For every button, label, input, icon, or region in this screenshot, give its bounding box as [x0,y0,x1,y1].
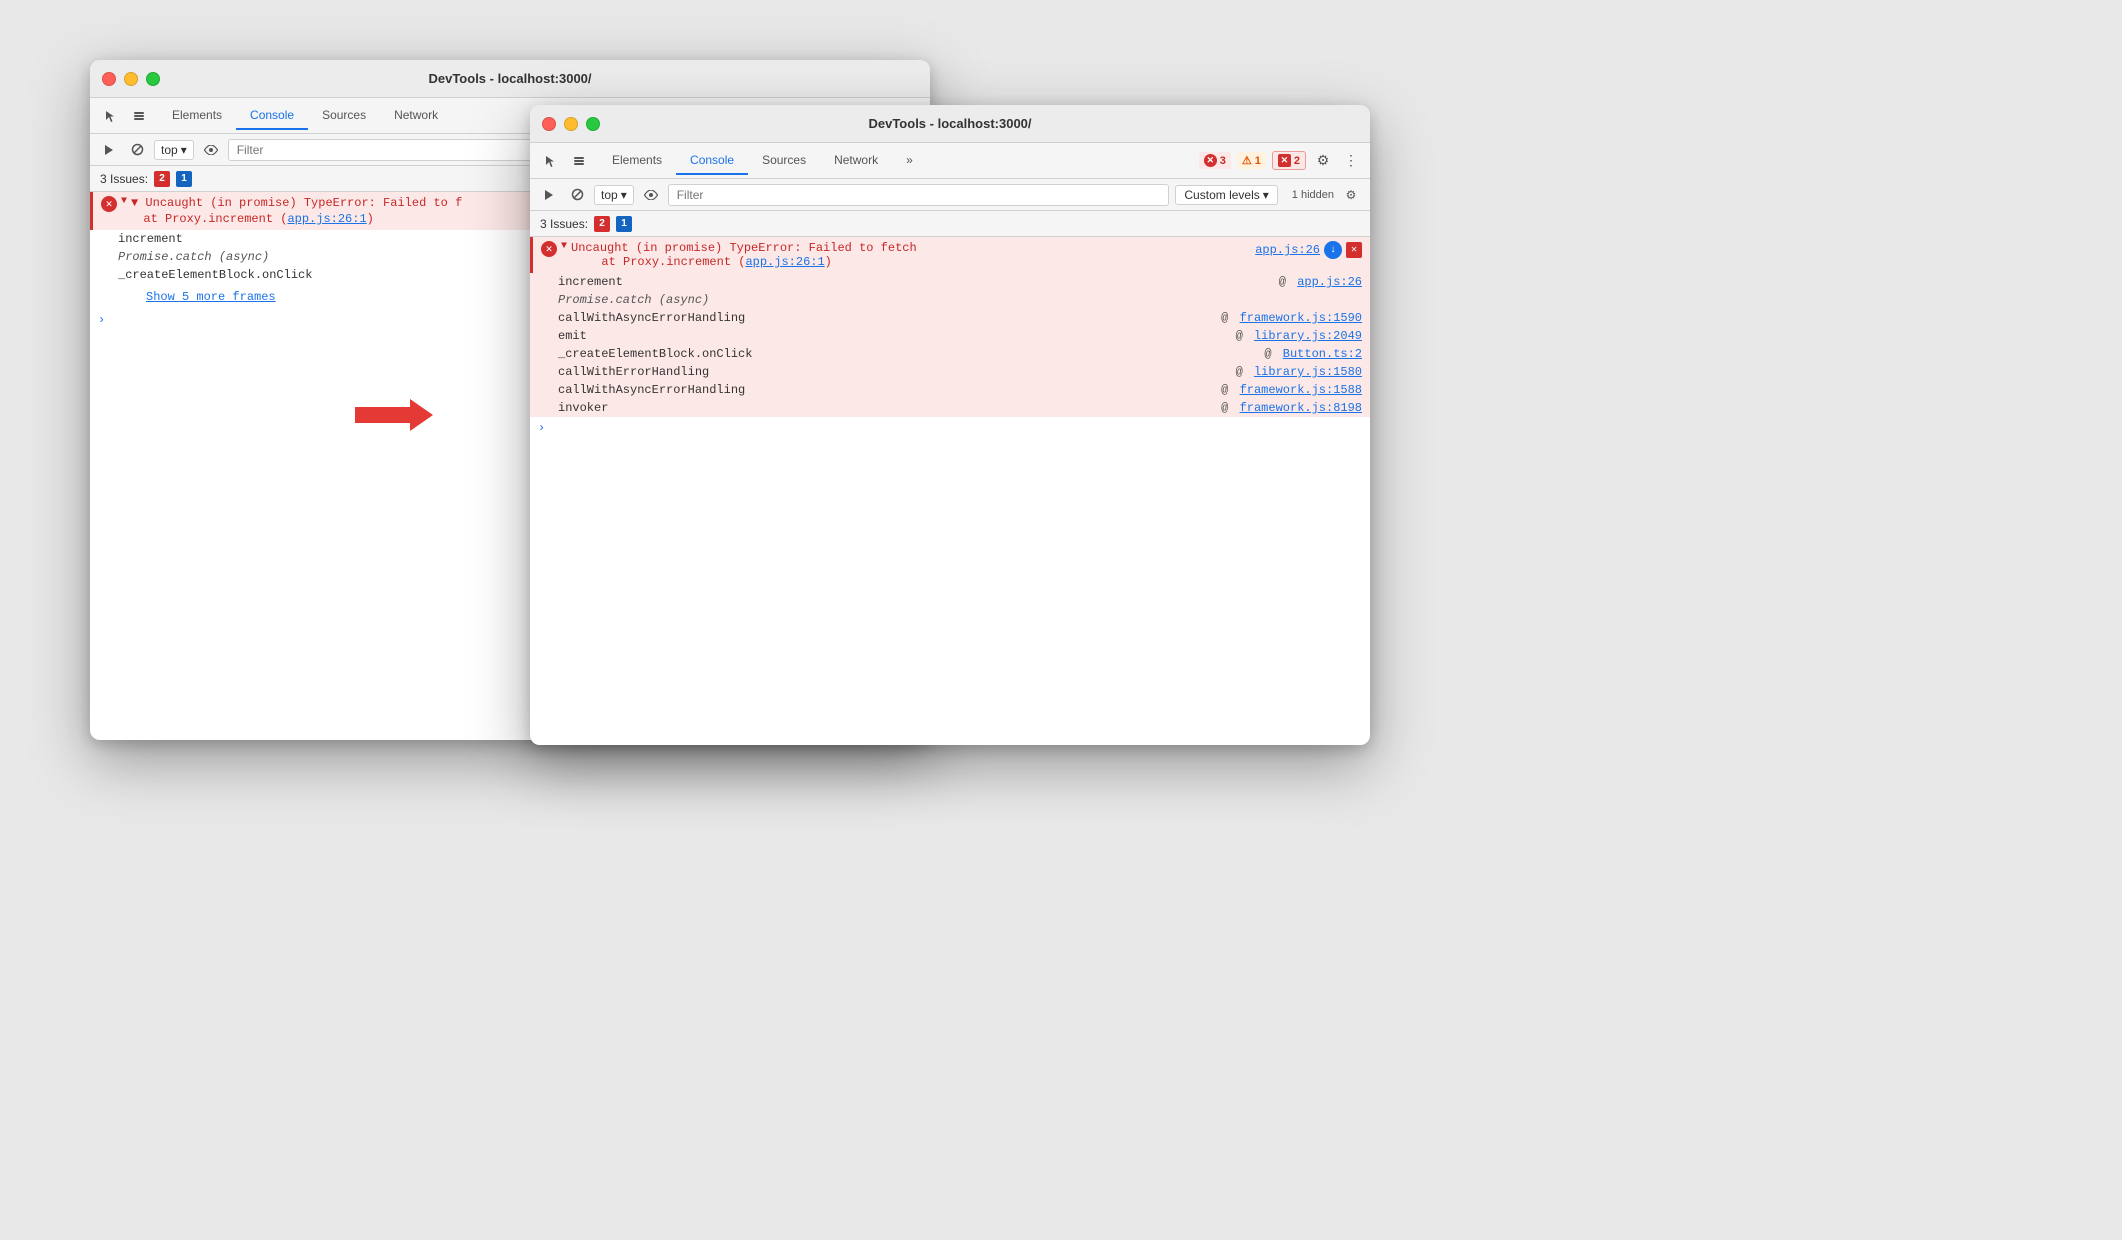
console-toolbar-2: top ▾ Custom levels ▾ 1 hidden ⚙ [530,179,1370,211]
context-dropdown-1[interactable]: top ▾ [154,140,194,160]
error-badge-1: 2 [154,171,170,187]
tab-network-2[interactable]: Network [820,147,892,175]
custom-levels-dropdown-2[interactable]: Custom levels ▾ [1175,185,1277,205]
error-count-badge-2: ✕ 3 [1199,152,1231,169]
console-content-2: ✕ ▼ Uncaught (in promise) TypeError: Fai… [530,237,1370,745]
layers-icon[interactable] [126,103,152,129]
eye-button-2[interactable] [640,184,662,206]
block-button-2[interactable] [566,184,588,206]
stack-link-framework-8198[interactable]: framework.js:8198 [1240,401,1362,415]
error-collapse-2[interactable]: ▼ [561,241,567,252]
stack-row-increment-2: increment @ app.js:26 [530,273,1370,291]
error-location-2: at Proxy.increment (app.js:26:1) [571,255,832,269]
tab-network-1[interactable]: Network [380,102,452,130]
eye-button-1[interactable] [200,139,222,161]
cursor-icon-2[interactable] [538,148,564,174]
settings-icon-2[interactable]: ⚙ [1312,150,1334,172]
close-button-2[interactable] [542,117,556,131]
error-header-2: ✕ ▼ Uncaught (in promise) TypeError: Fai… [541,241,1362,269]
stack-link-increment-2[interactable]: app.js:26 [1297,275,1362,289]
tab-console-1[interactable]: Console [236,102,308,130]
red-arrow [355,395,435,440]
issues-label-1: 3 Issues: [100,172,148,186]
settings-console-icon-2[interactable]: ⚙ [1340,184,1362,206]
chevron-icon-1: ▾ [181,143,187,157]
window-title-1: DevTools - localhost:3000/ [428,71,591,86]
chevron-icon-2: ▾ [621,188,627,202]
error-icon-2: ✕ [541,241,557,257]
warning-count-badge-2: ⚠ 1 [1237,152,1266,169]
error-message-2: Uncaught (in promise) TypeError: Failed … [571,241,917,255]
console-prompt-2[interactable]: › [530,417,1370,439]
stack-link-framework-1590[interactable]: framework.js:1590 [1240,311,1362,325]
stack-link-button-ts[interactable]: Button.ts:2 [1283,347,1362,361]
layers-icon-2[interactable] [566,148,592,174]
stack-row-callwith-async-1: callWithAsyncErrorHandling @ framework.j… [530,309,1370,327]
context-dropdown-2[interactable]: top ▾ [594,185,634,205]
stack-row-emit: emit @ library.js:2049 [530,327,1370,345]
info-badge-1: 1 [176,171,192,187]
tab-sources-1[interactable]: Sources [308,102,380,130]
tab-elements-1[interactable]: Elements [158,102,236,130]
issues-bar-2: 3 Issues: 2 1 [530,211,1370,237]
show-more-link-1[interactable]: Show 5 more frames [118,288,284,306]
filtered-badge-2: ✕ 2 [1272,151,1306,170]
stack-link-framework-1588[interactable]: framework.js:1588 [1240,383,1362,397]
stack-link-library-1580[interactable]: library.js:1580 [1254,365,1362,379]
error-loc-link-2[interactable]: app.js:26:1 [745,255,824,269]
play-button-1[interactable] [98,139,120,161]
info-badge-2: 1 [616,216,632,232]
stack-link-library-2049[interactable]: library.js:2049 [1254,329,1362,343]
play-button-2[interactable] [538,184,560,206]
more-icon-2[interactable]: ⋮ [1340,150,1362,172]
stack-row-onclick-2: _createElementBlock.onClick @ Button.ts:… [530,345,1370,363]
context-label-1: top [161,143,178,157]
file-link-2[interactable]: app.js:26 [1255,243,1320,257]
close-button-1[interactable] [102,72,116,86]
download-icon-2[interactable]: ↓ [1324,241,1342,259]
hidden-label-2: 1 hidden [1292,189,1334,201]
title-bar-2: DevTools - localhost:3000/ [530,105,1370,143]
issues-label-2: 3 Issues: [540,217,588,231]
block-button-1[interactable] [126,139,148,161]
cursor-icon[interactable] [98,103,124,129]
dismiss-icon-2[interactable]: ✕ [1346,242,1362,258]
toolbar-right-2: ✕ 3 ⚠ 1 ✕ 2 ⚙ ⋮ [1199,150,1362,172]
window-title-2: DevTools - localhost:3000/ [868,116,1031,131]
maximize-button-1[interactable] [146,72,160,86]
error-row-2: ✕ ▼ Uncaught (in promise) TypeError: Fai… [530,237,1370,273]
traffic-lights-1 [102,72,160,86]
tab-toolbar-2: Elements Console Sources Network » ✕ 3 ⚠… [530,143,1370,179]
filter-input-2[interactable] [668,184,1170,206]
tab-list-2: Elements Console Sources Network » [598,147,927,175]
tab-sources-2[interactable]: Sources [748,147,820,175]
stack-row-invoker: invoker @ framework.js:8198 [530,399,1370,417]
minimize-button-1[interactable] [124,72,138,86]
tab-elements-2[interactable]: Elements [598,147,676,175]
error-badge-2: 2 [594,216,610,232]
minimize-button-2[interactable] [564,117,578,131]
context-label-2: top [601,188,618,202]
action-icons-2: app.js:26 ↓ ✕ [1255,241,1362,259]
tab-list-1: Elements Console Sources Network [158,102,452,130]
stack-row-promise-2: Promise.catch (async) [530,291,1370,309]
error-message-1: ▼ Uncaught (in promise) TypeError: Faile… [131,196,462,210]
error-collapse-1[interactable]: ▼ [121,196,127,207]
title-bar-1: DevTools - localhost:3000/ [90,60,930,98]
stack-row-callwith-async-2: callWithAsyncErrorHandling @ framework.j… [530,381,1370,399]
tab-more-2[interactable]: » [892,147,927,175]
error-loc-link-1[interactable]: app.js:26:1 [287,212,366,226]
maximize-button-2[interactable] [586,117,600,131]
devtools-window-2: DevTools - localhost:3000/ Elements Cons… [530,105,1370,745]
tab-console-2[interactable]: Console [676,147,748,175]
traffic-lights-2 [542,117,600,131]
error-icon-1: ✕ [101,196,117,212]
stack-row-callwith-error: callWithErrorHandling @ library.js:1580 [530,363,1370,381]
